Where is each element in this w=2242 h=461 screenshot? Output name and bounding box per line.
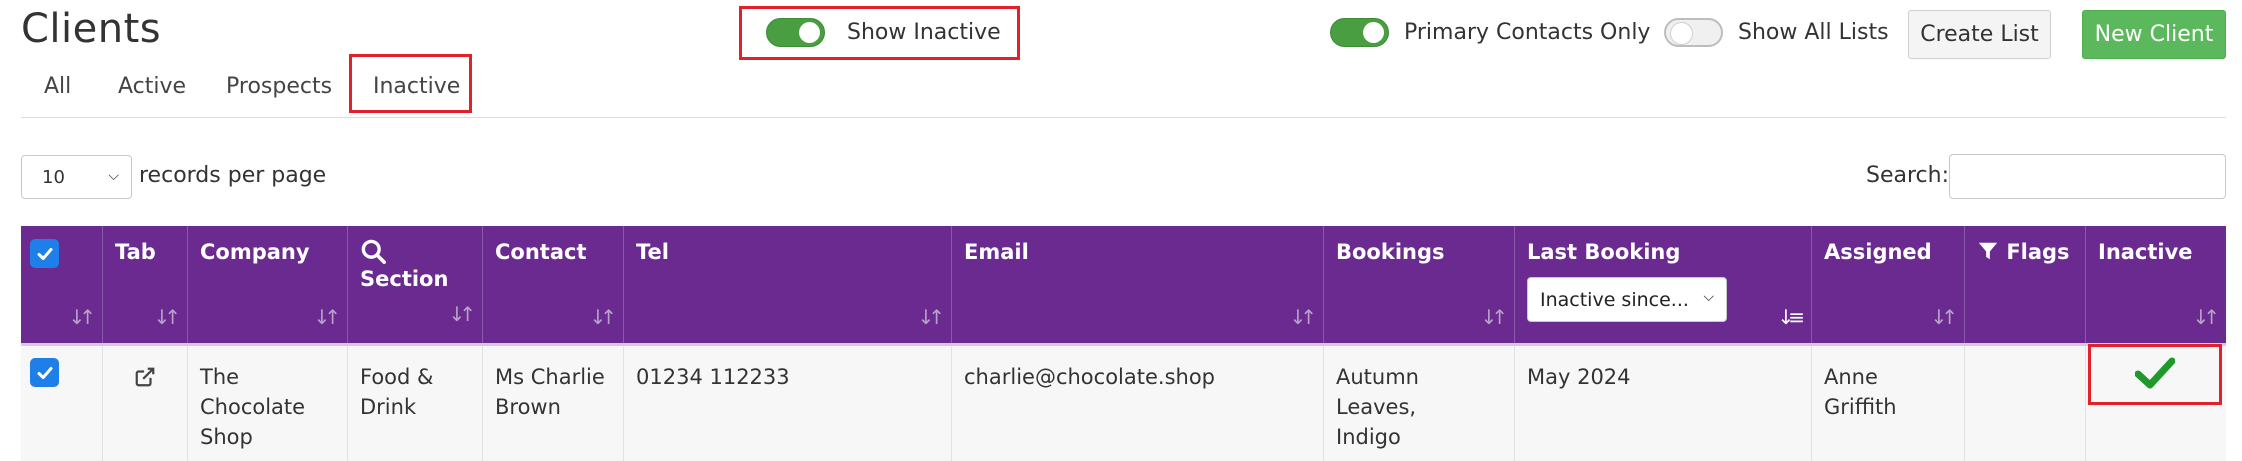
checkmark-icon[interactable]: [2135, 357, 2175, 389]
assigned-cell: Anne Griffith: [1812, 346, 1965, 461]
company-line: Chocolate: [200, 395, 306, 419]
header-select-all-cell: ↓↑: [21, 226, 103, 343]
column-header-assigned[interactable]: Assigned ↓↑: [1812, 226, 1965, 343]
contact-cell: Ms Charlie Brown: [483, 346, 624, 461]
external-link-icon[interactable]: [134, 366, 156, 388]
chevron-down-icon: ⌵: [108, 168, 119, 184]
sort-icon[interactable]: ↓↑: [313, 305, 340, 329]
column-label: Tab: [115, 240, 156, 264]
primary-contacts-label: Primary Contacts Only: [1404, 20, 1651, 45]
toggle-knob: [799, 22, 820, 43]
section-cell: Food & Drink: [348, 346, 483, 461]
search-input[interactable]: [1949, 154, 2226, 199]
column-header-flags[interactable]: Flags: [1965, 226, 2086, 343]
tab-active[interactable]: Active: [118, 74, 186, 99]
sort-icon[interactable]: ↓↑: [1480, 305, 1507, 329]
sort-icon[interactable]: ↓↑: [917, 305, 944, 329]
column-header-company[interactable]: Company ↓↑: [188, 226, 348, 343]
page-length-label: records per page: [139, 163, 327, 188]
contact-line: Brown: [495, 395, 561, 419]
bookings-cell: Autumn Leaves, Indigo: [1324, 346, 1515, 461]
row-select-checkbox[interactable]: [30, 358, 59, 387]
company-line: The: [200, 365, 240, 389]
show-inactive-label: Show Inactive: [847, 20, 1001, 45]
search-label: Search:: [1866, 163, 1949, 188]
tab-all[interactable]: All: [44, 74, 71, 99]
create-list-button[interactable]: Create List: [1908, 10, 2051, 59]
column-label: Email: [964, 240, 1029, 264]
select-all-checkbox[interactable]: [30, 239, 59, 268]
primary-contacts-toggle[interactable]: [1330, 18, 1389, 47]
bookings-line: Indigo: [1336, 425, 1401, 449]
tel-cell: 01234 112233: [624, 346, 952, 461]
toggle-knob: [1670, 22, 1693, 45]
sort-icon[interactable]: ↓↑: [2192, 305, 2219, 329]
column-label: Inactive: [2098, 240, 2193, 264]
last-booking-filter-select[interactable]: Inactive since... ⌵: [1527, 277, 1727, 322]
tab-prospects[interactable]: Prospects: [226, 74, 332, 99]
page-length-value: 10: [42, 166, 65, 188]
sort-icon[interactable]: ↓↑: [1289, 305, 1316, 329]
column-label: Tel: [636, 240, 669, 264]
column-label: Section: [360, 267, 449, 291]
column-header-inactive[interactable]: Inactive ↓↑: [2086, 226, 2226, 343]
column-label: Assigned: [1824, 240, 1932, 264]
sort-desc-icon[interactable]: ↓≡: [1777, 305, 1804, 329]
column-label: Contact: [495, 240, 587, 264]
last-booking-cell: May 2024: [1515, 346, 1812, 461]
chevron-down-icon: ⌵: [1703, 289, 1714, 305]
company-line: Shop: [200, 425, 253, 449]
sort-icon[interactable]: ↓↑: [68, 305, 95, 329]
section-line: Food &: [360, 365, 434, 389]
contact-line: Ms Charlie: [495, 365, 605, 389]
sort-icon[interactable]: ↓↑: [589, 305, 616, 329]
sort-icon[interactable]: ↓↑: [448, 300, 475, 329]
column-header-email[interactable]: Email ↓↑: [952, 226, 1324, 343]
column-label: Company: [200, 240, 310, 264]
primary-contacts-toggle-group[interactable]: Primary Contacts Only: [1330, 18, 1650, 47]
column-label: Bookings: [1336, 240, 1445, 264]
column-header-tab[interactable]: Tab ↓↑: [103, 226, 188, 343]
bookings-line: Autumn Leaves,: [1336, 365, 1419, 419]
row-tab-cell: [103, 346, 188, 461]
tabs-divider: [21, 117, 2226, 118]
column-label: Flags: [2006, 240, 2070, 264]
sort-icon[interactable]: ↓↑: [1930, 305, 1957, 329]
table-header: ↓↑ Tab ↓↑ Company ↓↑ Section ↓↑ Contact …: [21, 226, 2226, 343]
search-icon[interactable]: [360, 238, 387, 265]
filter-icon[interactable]: [1977, 240, 1999, 262]
section-line: Drink: [360, 395, 417, 419]
show-inactive-toggle[interactable]: [766, 18, 825, 47]
sort-icon[interactable]: ↓↑: [153, 305, 180, 329]
show-all-lists-toggle[interactable]: [1664, 18, 1723, 47]
last-booking-filter-value: Inactive since...: [1540, 288, 1689, 311]
email-cell: charlie@chocolate.shop: [952, 346, 1324, 461]
column-header-tel[interactable]: Tel ↓↑: [624, 226, 952, 343]
page-length-select[interactable]: 10 ⌵: [21, 155, 132, 199]
page-title: Clients: [21, 6, 162, 52]
column-label: Last Booking: [1527, 240, 1681, 264]
show-inactive-toggle-group[interactable]: Show Inactive: [766, 18, 1001, 47]
tab-inactive[interactable]: Inactive: [373, 74, 460, 99]
row-select-cell: [21, 346, 103, 461]
company-cell: The Chocolate Shop: [188, 346, 348, 461]
toggle-knob: [1363, 22, 1384, 43]
new-client-button[interactable]: New Client: [2082, 10, 2226, 59]
show-all-lists-label: Show All Lists: [1738, 20, 1889, 45]
show-all-lists-toggle-group[interactable]: Show All Lists: [1664, 18, 1889, 47]
column-header-last-booking[interactable]: Last Booking Inactive since... ⌵ ↓≡: [1515, 226, 1812, 343]
flags-cell: [1965, 346, 2086, 461]
column-header-bookings[interactable]: Bookings ↓↑: [1324, 226, 1515, 343]
table-row[interactable]: The Chocolate Shop Food & Drink Ms Charl…: [21, 343, 2226, 461]
column-header-section[interactable]: Section ↓↑: [348, 226, 483, 343]
column-header-contact[interactable]: Contact ↓↑: [483, 226, 624, 343]
